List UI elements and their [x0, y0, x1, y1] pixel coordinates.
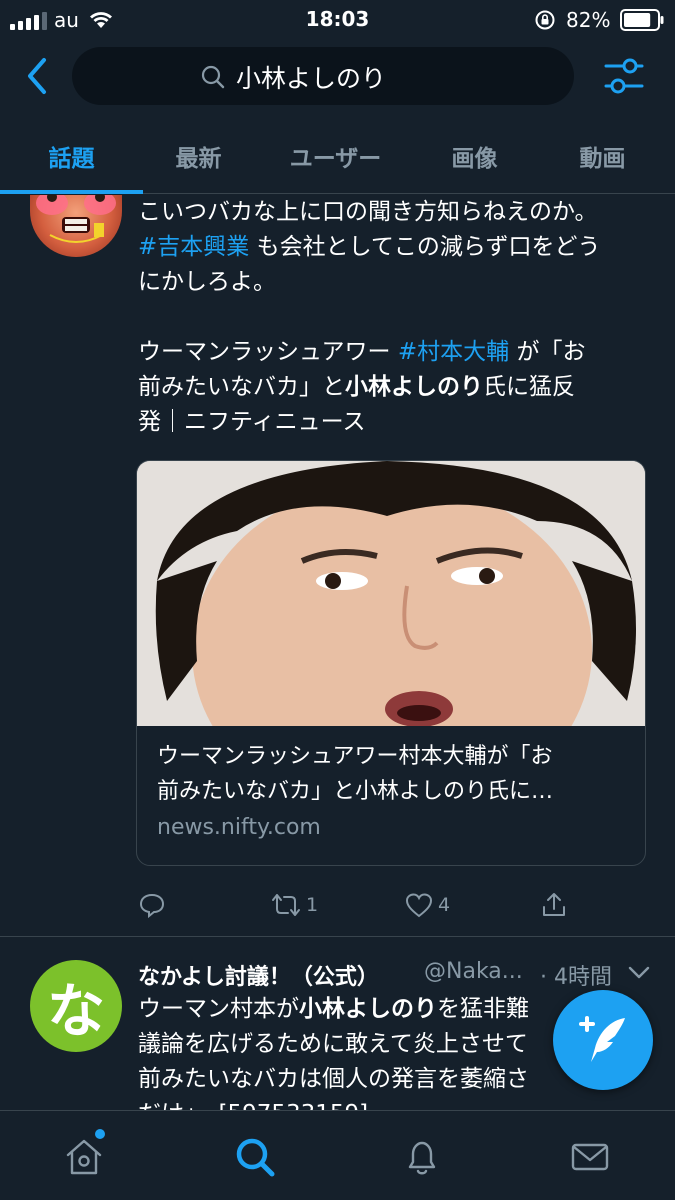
notification-dot [95, 1129, 105, 1139]
hashtag-link[interactable]: #吉本興業 [138, 234, 249, 260]
tweet-divider [0, 936, 675, 937]
search-filter-button[interactable] [600, 54, 648, 98]
link-preview-image [137, 461, 645, 821]
status-bar: au 18:03 82% [0, 0, 675, 40]
tweet-text-line: ウーマンラッシュアワー #村本大輔 が「お [138, 335, 653, 370]
reply-button[interactable] [138, 885, 170, 925]
share-icon [543, 893, 565, 916]
tweet-text-line: だけ」・[597533159] [138, 1097, 653, 1110]
tweet-text-line: #吉本興業 も会社としてこの減らず口をどう [138, 230, 653, 265]
avatar[interactable] [30, 195, 122, 257]
tweet-text-line: こいつバカな上に口の聞き方知らねえのか。 [138, 199, 598, 225]
nav-home[interactable] [60, 1133, 108, 1181]
link-preview-card[interactable]: ウーマンラッシュアワー村本大輔が「お 前みたいなバカ」と小林よしのり氏に… ne… [136, 460, 646, 866]
tweet-text-segment: ウーマン村本が [138, 996, 299, 1022]
timeline[interactable]: こいつバカな上に口の聞き方知らねえのか。 #吉本興業 も会社としてこの減らず口を… [0, 195, 675, 1110]
tab-latest[interactable]: 最新 [131, 118, 266, 194]
avatar[interactable]: な [30, 960, 122, 1052]
tweet-text-segment: 氏に猛反 [483, 374, 575, 400]
user-handle[interactable]: @Naka... [424, 959, 523, 984]
chevron-down-icon[interactable] [626, 963, 652, 983]
tweet-text-segment: も会社としてこの減らず口をどう [249, 234, 601, 260]
tab-videos[interactable]: 動画 [535, 118, 670, 194]
tweet-text-segment: を猛非難 [437, 996, 529, 1022]
heart-icon [405, 893, 433, 918]
tab-label: 話題 [48, 146, 95, 172]
like-count: 4 [438, 894, 451, 916]
tweet-timestamp: · 4時間 [540, 965, 612, 990]
search-icon [201, 65, 225, 89]
tweet-header: なかよし討議！（公式） @Naka... · 4時間 [138, 957, 658, 991]
display-name[interactable]: なかよし討議！（公式） [138, 959, 379, 991]
tab-label: ユーザー [289, 146, 382, 172]
back-chevron-icon [28, 58, 46, 94]
mail-icon [571, 1143, 609, 1171]
link-preview-title-line: 前みたいなバカ」と小林よしのり氏に… [157, 779, 554, 804]
battery-percentage: 82% [566, 8, 611, 32]
like-button[interactable]: 4 [404, 885, 450, 925]
search-input[interactable]: 小林よしのり [72, 47, 574, 105]
bottom-tab-bar [0, 1110, 675, 1200]
tweet-text-segment: 前みたいなバカ」と [138, 374, 345, 400]
share-button[interactable] [540, 885, 568, 925]
search-icon [236, 1138, 275, 1177]
compose-tweet-button[interactable] [553, 990, 653, 1090]
tweet-text-line: 発｜ニフティニュース [138, 409, 366, 435]
search-header: 小林よしのり [0, 40, 675, 112]
tweet-body: こいつバカな上に口の聞き方知らねえのか。 #吉本興業 も会社としてこの減らず口を… [138, 195, 653, 440]
search-query-text: 小林よしのり [236, 64, 387, 93]
nav-search[interactable] [231, 1133, 279, 1181]
tweet-text-line: 前みたいなバカ」と小林よしのり氏に猛反 [138, 370, 653, 405]
back-button[interactable] [18, 54, 58, 98]
link-preview-domain: news.nifty.com [157, 815, 321, 840]
tweet-text-segment: が「お [509, 339, 586, 365]
battery-icon [620, 9, 664, 31]
link-preview-title-line: ウーマンラッシュアワー村本大輔が「お [157, 744, 553, 769]
avatar-face-image [36, 195, 116, 243]
sliders-icon [604, 58, 644, 94]
tweet-text-segment: ウーマンラッシュアワー [138, 339, 398, 365]
tab-people[interactable]: ユーザー [268, 118, 403, 194]
nav-notifications[interactable] [398, 1133, 446, 1181]
tab-label: 画像 [451, 146, 498, 172]
tab-photos[interactable]: 画像 [407, 118, 542, 194]
retweet-button[interactable]: 1 [270, 885, 318, 925]
hashtag-link[interactable]: #村本大輔 [398, 339, 509, 365]
bell-icon [408, 1141, 436, 1175]
link-preview-title: ウーマンラッシュアワー村本大輔が「お 前みたいなバカ」と小林よしのり氏に… [157, 739, 627, 809]
reply-icon [139, 893, 165, 919]
highlighted-keyword: 小林よしのり [345, 374, 483, 400]
avatar-letter: な [46, 977, 105, 1045]
compose-quill-icon [579, 1016, 625, 1062]
rotation-lock-icon [535, 10, 555, 30]
tweet-text-line: にかしろよ。 [138, 269, 276, 295]
tweet-actions: 1 4 [0, 885, 675, 925]
active-tab-indicator [0, 190, 143, 194]
retweet-count: 1 [306, 894, 319, 916]
tab-label: 最新 [175, 146, 222, 172]
retweet-icon [272, 894, 300, 916]
tab-top[interactable]: 話題 [4, 118, 139, 194]
home-icon [66, 1139, 102, 1175]
nav-messages[interactable] [566, 1133, 614, 1181]
search-tabs: 話題 最新 ユーザー 画像 動画 [0, 118, 675, 194]
highlighted-keyword: 小林よしのり [299, 996, 437, 1022]
tab-label: 動画 [579, 146, 626, 172]
